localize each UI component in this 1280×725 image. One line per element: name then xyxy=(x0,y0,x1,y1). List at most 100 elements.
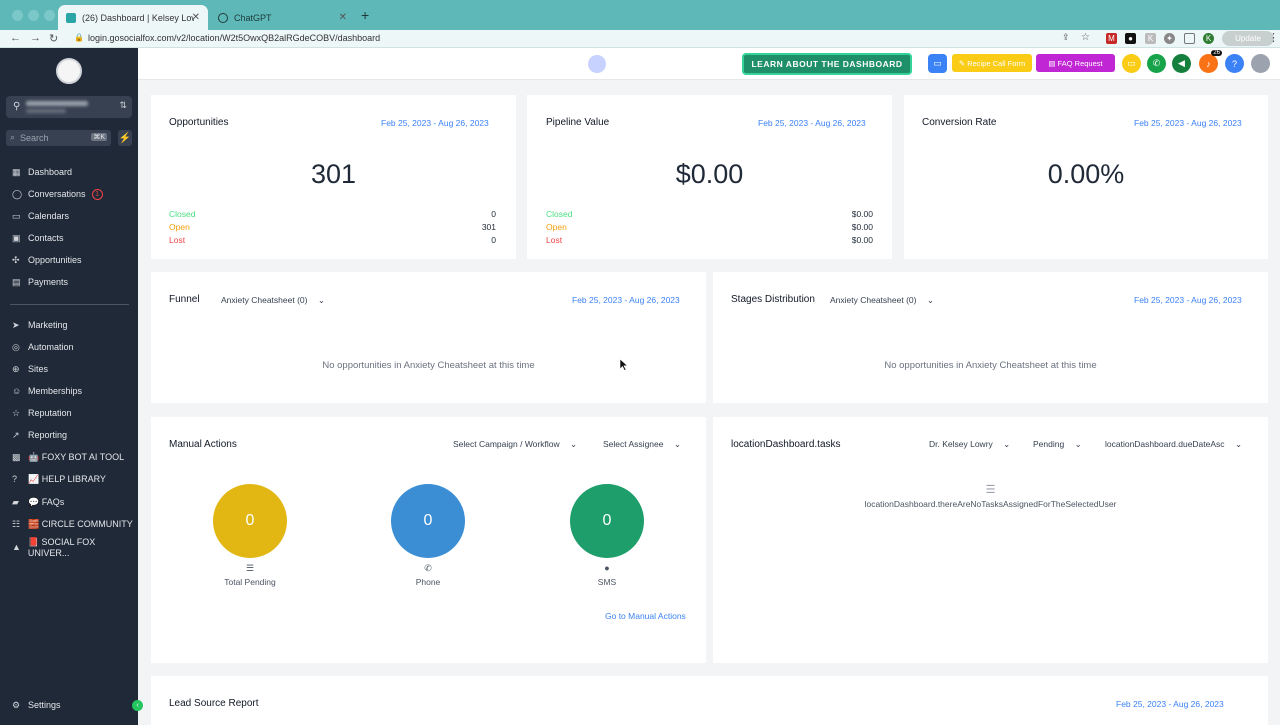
update-button[interactable]: Update xyxy=(1222,31,1274,46)
reload-icon[interactable]: ↻ xyxy=(49,32,58,45)
sidebar-item-label: 📈 HELP LIBRARY xyxy=(28,473,106,484)
recipe-call-form-button[interactable]: ✎ Recipe Call Form xyxy=(952,54,1032,72)
payments-icon: ▤ xyxy=(12,276,21,287)
sms-circle[interactable]: 0 xyxy=(570,484,644,558)
date-range[interactable]: Feb 25, 2023 - Aug 26, 2023 xyxy=(1134,295,1242,305)
learn-dashboard-button[interactable]: LEARN ABOUT THE DASHBOARD xyxy=(742,53,912,75)
chart-line-icon: ↗ xyxy=(12,429,20,440)
browser-menu-icon[interactable]: ⋮ xyxy=(1268,31,1279,44)
sidebar-item-reporting[interactable]: ↗ Reporting xyxy=(0,426,138,444)
sidebar-item-conversations[interactable]: ◯ Conversations 1 xyxy=(0,185,138,203)
date-range[interactable]: Feb 25, 2023 - Aug 26, 2023 xyxy=(1134,118,1242,128)
bookmark-star-icon[interactable]: ☆ xyxy=(1081,32,1090,43)
sidebar-search[interactable]: ⌕ Search ⌘K xyxy=(6,130,111,146)
close-tab-icon[interactable]: ✕ xyxy=(192,12,200,23)
close-tab-icon[interactable]: ✕ xyxy=(339,12,347,23)
pipeline-select[interactable]: Anxiety Cheatsheet (0) ⌄ xyxy=(830,295,934,306)
sidebar-item-foxy-bot[interactable]: ▩ 🤖 FOXY BOT AI TOOL xyxy=(0,448,138,466)
sidebar-item-label: 🧱 CIRCLE COMMUNITY xyxy=(28,518,133,529)
quick-action-bolt-icon[interactable]: ⚡ xyxy=(118,130,132,146)
sidebar-item-payments[interactable]: ▤ Payments xyxy=(0,273,138,291)
sidebar-item-faqs[interactable]: ▰ 💬 FAQs xyxy=(0,493,138,511)
extension-grey-icon[interactable]: K xyxy=(1145,33,1156,44)
no-tasks-message: locationDashboard.thereAreNoTasksAssigne… xyxy=(864,499,1117,509)
sidebar-item-calendars[interactable]: ▭ Calendars xyxy=(0,207,138,225)
sidebar-item-automation[interactable]: ◎ Automation xyxy=(0,338,138,356)
sidebar-panel-icon[interactable] xyxy=(1184,33,1195,44)
phone-count: 0 xyxy=(423,512,433,529)
share-icon[interactable]: ⇪ xyxy=(1062,32,1070,43)
extension-dark-icon[interactable]: ● xyxy=(1125,33,1136,44)
sms-bubble-icon: ● xyxy=(604,563,610,573)
search-icon: ⌕ xyxy=(10,132,16,142)
window-minimize-icon[interactable] xyxy=(28,10,39,21)
account-switcher[interactable]: ⚲ ⇅ xyxy=(6,96,132,118)
task-user-select[interactable]: Dr. Kelsey Lowry ⌄ xyxy=(929,439,1010,450)
date-range[interactable]: Feb 25, 2023 - Aug 26, 2023 xyxy=(381,118,489,128)
sidebar-item-reputation[interactable]: ☆ Reputation xyxy=(0,404,138,422)
globe-icon: ⊕ xyxy=(12,363,20,374)
date-range[interactable]: Feb 25, 2023 - Aug 26, 2023 xyxy=(1116,699,1224,709)
contacts-icon: ▣ xyxy=(12,232,21,243)
search-placeholder: Search xyxy=(20,133,49,143)
lost-label: Lost xyxy=(169,235,186,245)
sidebar-item-memberships[interactable]: ☺ Memberships xyxy=(0,382,138,400)
account-name-redacted xyxy=(26,101,88,106)
window-close-icon[interactable] xyxy=(12,10,23,21)
sidebar-item-settings[interactable]: ⚙ Settings xyxy=(0,696,138,714)
lead-source-report-card: Lead Source Report Feb 25, 2023 - Aug 26… xyxy=(151,676,1268,725)
phone-icon[interactable]: ✆ xyxy=(1147,54,1166,73)
faq-request-button[interactable]: ▤ FAQ Request xyxy=(1036,54,1115,72)
profile-avatar-icon[interactable]: K xyxy=(1203,33,1214,44)
sidebar-item-contacts[interactable]: ▣ Contacts xyxy=(0,229,138,247)
bell-icon[interactable]: ♪ 26 xyxy=(1199,50,1222,73)
contact-card-icon[interactable]: ▭ xyxy=(928,54,947,73)
location-pin-icon: ⚲ xyxy=(13,101,21,112)
card-title: Conversion Rate xyxy=(922,117,997,128)
opportunities-count: 301 xyxy=(310,159,357,189)
chat-bubble-icon[interactable]: ▭ xyxy=(1122,54,1141,73)
automation-icon: ◎ xyxy=(12,341,20,352)
sidebar-item-label: Reputation xyxy=(28,408,72,418)
user-avatar[interactable] xyxy=(1251,54,1270,73)
browser-tab-chatgpt[interactable]: ChatGPT ✕ xyxy=(210,5,355,30)
sidebar-item-marketing[interactable]: ➤ Marketing xyxy=(0,316,138,334)
sidebar-item-dashboard[interactable]: ▦ Dashboard xyxy=(0,163,138,181)
sidebar-item-circle-community[interactable]: ☷ 🧱 CIRCLE COMMUNITY xyxy=(0,515,138,533)
extension-red-icon[interactable]: M xyxy=(1106,33,1117,44)
total-pending-circle[interactable]: 0 xyxy=(213,484,287,558)
new-tab-icon[interactable]: + xyxy=(361,7,369,23)
sidebar-item-sites[interactable]: ⊕ Sites xyxy=(0,360,138,378)
browser-tab-bar: (26) Dashboard | Kelsey Lowry ✕ ChatGPT … xyxy=(0,0,1280,30)
chat-icon: ◯ xyxy=(12,188,23,199)
sidebar-item-opportunities[interactable]: ✣ Opportunities xyxy=(0,251,138,269)
robot-icon: ▩ xyxy=(12,451,21,462)
sidebar-item-social-fox-university[interactable]: ▲ 📕 SOCIAL FOX UNIVER... xyxy=(0,537,138,558)
assignee-select[interactable]: Select Assignee ⌄ xyxy=(603,439,681,450)
url-input[interactable]: login.gosocialfox.com/v2/location/W2t5Ow… xyxy=(88,33,380,43)
browser-tab-dashboard[interactable]: (26) Dashboard | Kelsey Lowry ✕ xyxy=(58,5,208,30)
tasks-card: locationDashboard.tasks Dr. Kelsey Lowry… xyxy=(713,417,1268,663)
sidebar-item-label: Opportunities xyxy=(28,255,82,265)
task-status-select[interactable]: Pending ⌄ xyxy=(1033,439,1082,450)
date-range[interactable]: Feb 25, 2023 - Aug 26, 2023 xyxy=(572,295,680,305)
date-range[interactable]: Feb 25, 2023 - Aug 26, 2023 xyxy=(758,118,866,128)
card-title: Stages Distribution xyxy=(731,294,815,305)
chevron-down-icon: ⌄ xyxy=(673,439,681,449)
puzzle-extensions-icon[interactable]: ✦ xyxy=(1164,33,1175,44)
go-to-manual-actions-link[interactable]: Go to Manual Actions xyxy=(605,611,686,621)
sidebar-item-help-library[interactable]: ? 📈 HELP LIBRARY xyxy=(0,470,138,488)
phone-circle[interactable]: 0 xyxy=(391,484,465,558)
opportunities-card: Opportunities Feb 25, 2023 - Aug 26, 202… xyxy=(151,95,516,259)
forward-arrow-icon[interactable]: → xyxy=(30,32,41,44)
pipeline-select[interactable]: Anxiety Cheatsheet (0) ⌄ xyxy=(221,295,325,306)
back-arrow-icon[interactable]: ← xyxy=(10,32,21,44)
megaphone-icon[interactable]: ◀ xyxy=(1172,54,1191,73)
task-sort-select[interactable]: locationDashboard.dueDateAsc ⌄ xyxy=(1105,439,1242,450)
card-title: Funnel xyxy=(169,294,200,305)
help-circle-icon[interactable]: ? xyxy=(1225,54,1244,73)
window-maximize-icon[interactable] xyxy=(44,10,55,21)
sidebar-item-label: 💬 FAQs xyxy=(28,496,65,507)
collapse-sidebar-icon[interactable]: ‹ xyxy=(132,700,143,711)
campaign-workflow-select[interactable]: Select Campaign / Workflow ⌄ xyxy=(453,439,577,450)
